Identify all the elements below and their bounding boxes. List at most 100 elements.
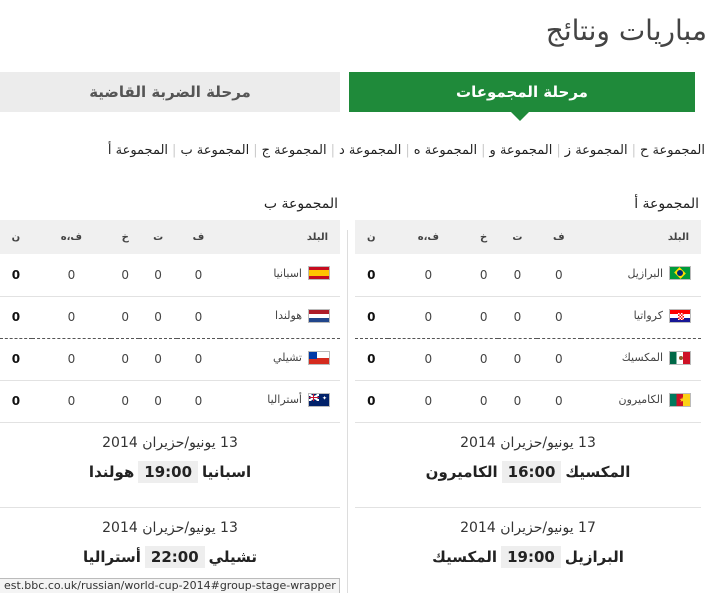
cameroon-flag-icon: ★ — [669, 392, 691, 407]
drawn: 0 — [111, 380, 140, 423]
table-row: كرواتيا 0 0 0 0 0 — [355, 296, 701, 339]
match-date: 13 يونيو/حزيران 2014 — [102, 434, 238, 451]
match-date: 13 يونيو/حزيران 2014 — [460, 434, 596, 451]
diff: 0 — [387, 380, 470, 423]
group-b-title: المجموعة ب — [263, 196, 338, 212]
played: 0 — [176, 338, 220, 381]
col-points: ن — [367, 231, 376, 243]
points: 0 — [0, 380, 32, 423]
match-fixture[interactable]: 17 يونيو/حزيران 2014 البرازيل 19:00 المك… — [355, 508, 701, 593]
group-b-standings: البلد ف ت خ ف،ه ن اسبانيا 0 0 0 0 0 هولن… — [0, 220, 340, 423]
table-row: تشيلي 0 0 0 0 0 — [0, 338, 340, 381]
col-diff: ف،ه — [60, 231, 83, 243]
group-a-title: المجموعة أ — [634, 196, 699, 212]
drawn: 0 — [111, 338, 140, 381]
team-name[interactable]: البرازيل — [627, 267, 663, 280]
match-time: 19:00 — [501, 545, 561, 568]
nav-separator: | — [556, 143, 561, 158]
group-nav-f[interactable]: المجموعة و — [490, 143, 553, 158]
col-won: ت — [153, 231, 164, 243]
col-played: ف — [192, 231, 205, 243]
chile-flag-icon — [308, 350, 330, 365]
netherlands-flag-icon — [308, 308, 330, 323]
home-team: المكسيك — [565, 462, 631, 481]
away-team: أستراليا — [83, 547, 141, 566]
group-nav-b[interactable]: المجموعة ب — [180, 143, 249, 158]
away-team: هولندا — [88, 462, 135, 481]
group-a-panel: المجموعة أ البلد ف ت خ ف،ه ن البرازيل 0 … — [355, 186, 701, 593]
col-won: ت — [512, 231, 523, 243]
nav-separator: | — [481, 143, 486, 158]
col-diff: ف،ه — [417, 231, 440, 243]
points: 0 — [0, 338, 32, 381]
mexico-flag-icon — [669, 350, 691, 365]
australia-flag-icon: ✦ — [308, 392, 330, 407]
col-country: البلد — [306, 231, 328, 243]
page-title: مباريات ونتائج — [545, 14, 707, 47]
team-name[interactable]: هولندا — [275, 309, 302, 322]
group-nav-d[interactable]: المجموعة د — [339, 143, 401, 158]
col-drawn: خ — [121, 231, 129, 243]
tab-knockout-stage[interactable]: مرحلة الضربة القاضية — [0, 72, 340, 112]
played: 0 — [536, 296, 581, 339]
column-divider — [347, 230, 348, 593]
group-nav: المجموعة ح | المجموعة ز | المجموعة و | المج… — [108, 143, 705, 158]
col-points: ن — [11, 231, 21, 243]
played: 0 — [176, 380, 220, 423]
drawn: 0 — [111, 296, 140, 339]
diff: 0 — [31, 380, 112, 423]
team-name[interactable]: أستراليا — [267, 393, 302, 406]
standings-header-row: البلد ف ت خ ف،ه ن — [355, 220, 701, 254]
group-b-panel: المجموعة ب البلد ف ت خ ف،ه ن اسبانيا 0 0… — [0, 186, 340, 593]
nav-separator: | — [631, 143, 637, 158]
home-team: البرازيل — [564, 547, 624, 566]
table-row: ★ الكاميرون 0 0 0 0 0 — [355, 380, 701, 423]
points: 0 — [355, 338, 388, 381]
spain-flag-icon — [308, 266, 330, 281]
match-date: 13 يونيو/حزيران 2014 — [102, 519, 238, 536]
team-name[interactable]: الكاميرون — [618, 393, 663, 406]
drawn: 0 — [469, 338, 499, 381]
won: 0 — [139, 380, 177, 423]
nav-separator: | — [330, 143, 335, 158]
brazil-flag-icon — [669, 266, 691, 281]
tab-group-stage[interactable]: مرحلة المجموعات — [349, 72, 695, 112]
stage-tabs: مرحلة المجموعات مرحلة الضربة القاضية — [0, 72, 695, 112]
team-name[interactable]: اسبانيا — [273, 267, 302, 280]
group-nav-c[interactable]: المجموعة ج — [262, 143, 327, 158]
group-nav-g[interactable]: المجموعة ز — [565, 143, 628, 158]
table-row: اسبانيا 0 0 0 0 0 — [0, 254, 340, 297]
away-team: الكاميرون — [425, 462, 498, 481]
nav-separator: | — [253, 143, 258, 158]
diff: 0 — [387, 296, 470, 339]
played: 0 — [176, 296, 220, 339]
points: 0 — [0, 254, 32, 297]
played: 0 — [536, 338, 581, 381]
home-team: تشيلي — [208, 547, 257, 566]
team-name[interactable]: كرواتيا — [634, 309, 663, 322]
croatia-flag-icon — [669, 308, 691, 323]
browser-status-bar: est.bbc.co.uk/russian/world-cup-2014#gro… — [0, 578, 340, 593]
won: 0 — [498, 338, 537, 381]
diff: 0 — [387, 254, 470, 297]
group-nav-e[interactable]: المجموعة ه — [414, 143, 477, 158]
match-time: 22:00 — [144, 545, 205, 568]
group-nav-h[interactable]: المجموعة ح — [640, 143, 705, 158]
group-nav-a[interactable]: المجموعة أ — [108, 143, 168, 158]
group-a-standings: البلد ف ت خ ف،ه ن البرازيل 0 0 0 0 0 كرو… — [355, 220, 701, 423]
table-row: هولندا 0 0 0 0 0 — [0, 296, 340, 339]
table-row: البرازيل 0 0 0 0 0 — [355, 254, 701, 297]
drawn: 0 — [469, 254, 499, 297]
team-name[interactable]: المكسيك — [622, 351, 663, 364]
won: 0 — [498, 296, 537, 339]
drawn: 0 — [469, 296, 499, 339]
match-fixture[interactable]: 13 يونيو/حزيران 2014 اسبانيا 19:00 هولند… — [0, 423, 340, 508]
points: 0 — [355, 254, 388, 297]
played: 0 — [536, 254, 581, 297]
won: 0 — [139, 254, 177, 297]
points: 0 — [355, 380, 388, 423]
diff: 0 — [387, 338, 470, 381]
diff: 0 — [31, 296, 112, 339]
team-name[interactable]: تشيلي — [273, 351, 302, 364]
match-fixture[interactable]: 13 يونيو/حزيران 2014 المكسيك 16:00 الكام… — [355, 423, 701, 508]
